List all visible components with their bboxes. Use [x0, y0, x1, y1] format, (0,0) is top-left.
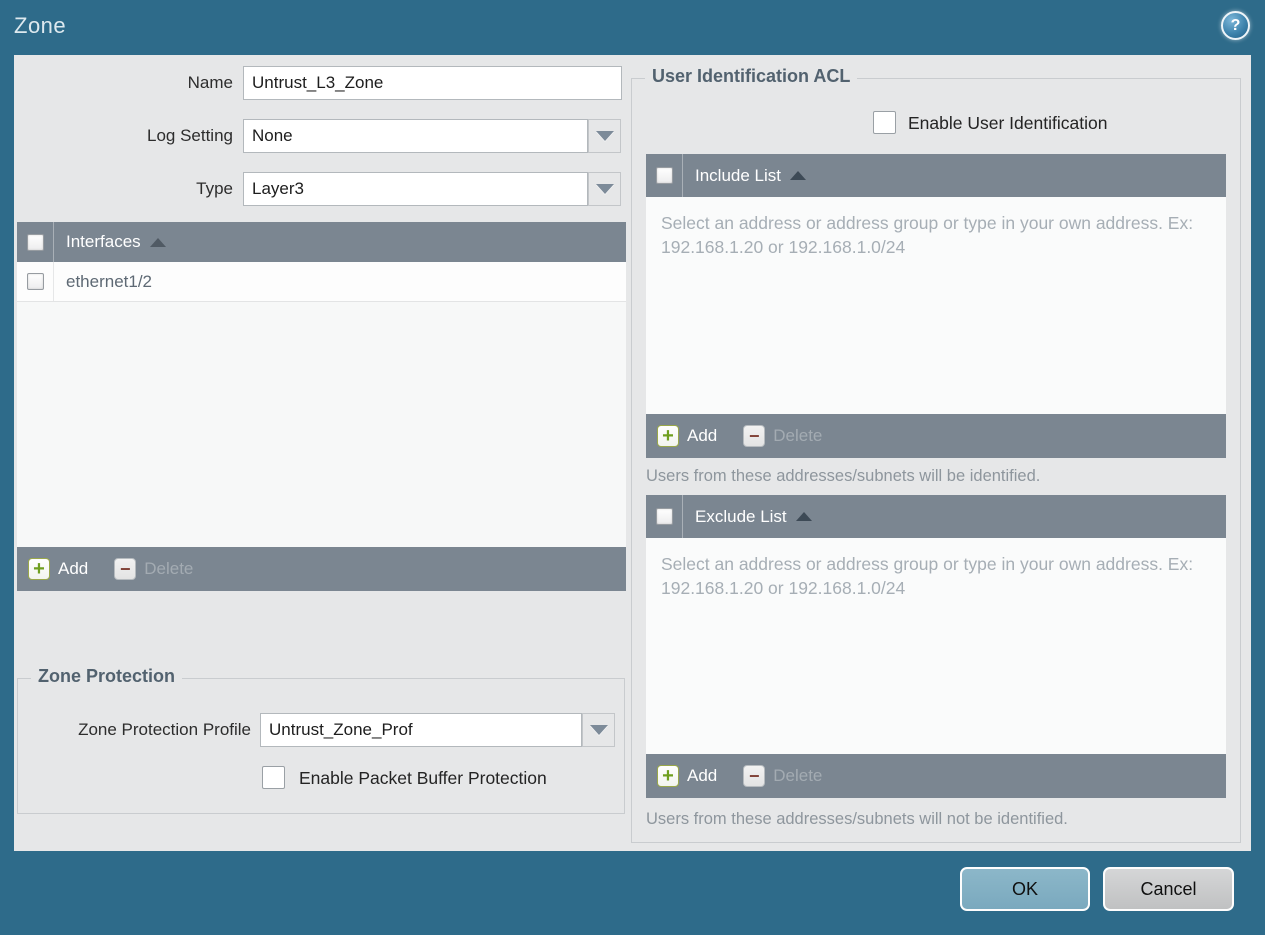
enable-user-identification-checkbox[interactable] — [873, 111, 896, 134]
delete-button-label: Delete — [773, 426, 823, 445]
cancel-button[interactable]: Cancel — [1103, 867, 1234, 911]
interfaces-table-empty-area — [17, 302, 626, 547]
delete-icon: − — [743, 765, 766, 787]
delete-button-label: Delete — [144, 559, 194, 578]
add-button[interactable]: + Add — [657, 765, 717, 787]
include-list-column-header[interactable]: Include List — [695, 166, 781, 186]
interfaces-select-all-checkbox[interactable] — [26, 233, 44, 251]
include-list-placeholder: Select an address or address group or ty… — [661, 213, 1194, 257]
zone-protection-profile-label: Zone Protection Profile — [78, 720, 251, 739]
exclude-list-body[interactable]: Select an address or address group or ty… — [646, 538, 1226, 754]
delete-button-label: Delete — [773, 766, 823, 785]
ok-button-label: OK — [1011, 878, 1038, 899]
exclude-list-toolbar: + Add − Delete — [646, 754, 1226, 798]
chevron-down-icon — [595, 131, 614, 141]
type-dropdown-button[interactable] — [588, 172, 621, 206]
add-button[interactable]: + Add — [28, 558, 88, 580]
row-checkbox[interactable] — [26, 273, 44, 290]
add-icon: + — [657, 425, 679, 447]
zone-protection-legend: Zone Protection — [31, 666, 183, 687]
add-button-label: Add — [58, 559, 89, 578]
cancel-button-label: Cancel — [1140, 878, 1197, 899]
include-list-note: Users from these addresses/subnets will … — [646, 467, 1041, 485]
add-icon: + — [28, 558, 50, 580]
include-list-header: Include List — [646, 154, 1226, 197]
interfaces-table-header: Interfaces — [17, 222, 626, 262]
sort-ascending-icon[interactable] — [149, 237, 166, 247]
zone-protection-profile-input[interactable] — [260, 713, 582, 747]
add-icon: + — [657, 765, 679, 787]
exclude-list-column-header[interactable]: Exclude List — [695, 507, 787, 527]
delete-icon: − — [114, 558, 137, 580]
table-row[interactable]: ethernet1/2 — [17, 262, 626, 302]
include-list-body[interactable]: Select an address or address group or ty… — [646, 197, 1226, 414]
type-input[interactable] — [243, 172, 588, 206]
user-identification-section: User Identification ACL Enable User Iden… — [631, 66, 1241, 843]
interfaces-table: Interfaces ethernet1/2 + Add − Delete — [17, 222, 626, 591]
delete-button[interactable]: − Delete — [743, 765, 822, 787]
zone-protection-profile-dropdown-button[interactable] — [582, 713, 615, 747]
type-label: Type — [196, 179, 233, 198]
add-button-label: Add — [687, 426, 718, 445]
include-list-table: Include List Select an address or addres… — [646, 154, 1226, 458]
dialog-body: Name Log Setting Type Interfaces — [14, 55, 1251, 851]
exclude-select-all-checkbox[interactable] — [655, 508, 673, 525]
interfaces-column-header[interactable]: Interfaces — [66, 232, 141, 252]
user-identification-legend: User Identification ACL — [645, 66, 858, 87]
log-setting-dropdown-button[interactable] — [588, 119, 621, 153]
include-select-all-cell — [646, 154, 683, 197]
sort-ascending-icon[interactable] — [790, 171, 806, 180]
exclude-select-all-cell — [646, 495, 683, 538]
chevron-down-icon — [589, 725, 608, 735]
zone-dialog: Zone ? Name Log Setting Type Interfaces — [0, 0, 1265, 935]
exclude-list-table: Exclude List Select an address or addres… — [646, 495, 1226, 798]
help-icon[interactable]: ? — [1221, 11, 1250, 40]
delete-button[interactable]: − Delete — [743, 425, 822, 447]
interfaces-table-toolbar: + Add − Delete — [17, 547, 626, 591]
chevron-down-icon — [595, 184, 614, 194]
packet-buffer-protection-label: Enable Packet Buffer Protection — [299, 768, 547, 788]
include-select-all-checkbox[interactable] — [655, 167, 673, 184]
add-button[interactable]: + Add — [657, 425, 717, 447]
interfaces-select-all-cell — [17, 222, 54, 262]
sort-ascending-icon[interactable] — [795, 512, 812, 521]
enable-user-identification-label: Enable User Identification — [908, 113, 1108, 133]
log-setting-label: Log Setting — [146, 126, 233, 145]
interface-name: ethernet1/2 — [66, 271, 153, 291]
name-label: Name — [187, 73, 233, 92]
help-icon-glyph: ? — [1230, 16, 1241, 34]
name-input[interactable] — [243, 66, 622, 100]
exclude-list-header: Exclude List — [646, 495, 1226, 538]
row-checkbox-cell — [17, 262, 54, 301]
exclude-list-placeholder: Select an address or address group or ty… — [661, 554, 1194, 598]
delete-icon: − — [743, 425, 766, 447]
delete-button[interactable]: − Delete — [114, 558, 193, 580]
add-button-label: Add — [687, 766, 718, 785]
dialog-title: Zone — [14, 13, 67, 38]
log-setting-input[interactable] — [243, 119, 588, 153]
packet-buffer-protection-checkbox[interactable] — [262, 766, 285, 789]
zone-protection-section: Zone Protection Zone Protection Profile … — [17, 666, 625, 814]
exclude-list-note: Users from these addresses/subnets will … — [646, 810, 1068, 828]
include-list-toolbar: + Add − Delete — [646, 414, 1226, 458]
ok-button[interactable]: OK — [960, 867, 1090, 911]
